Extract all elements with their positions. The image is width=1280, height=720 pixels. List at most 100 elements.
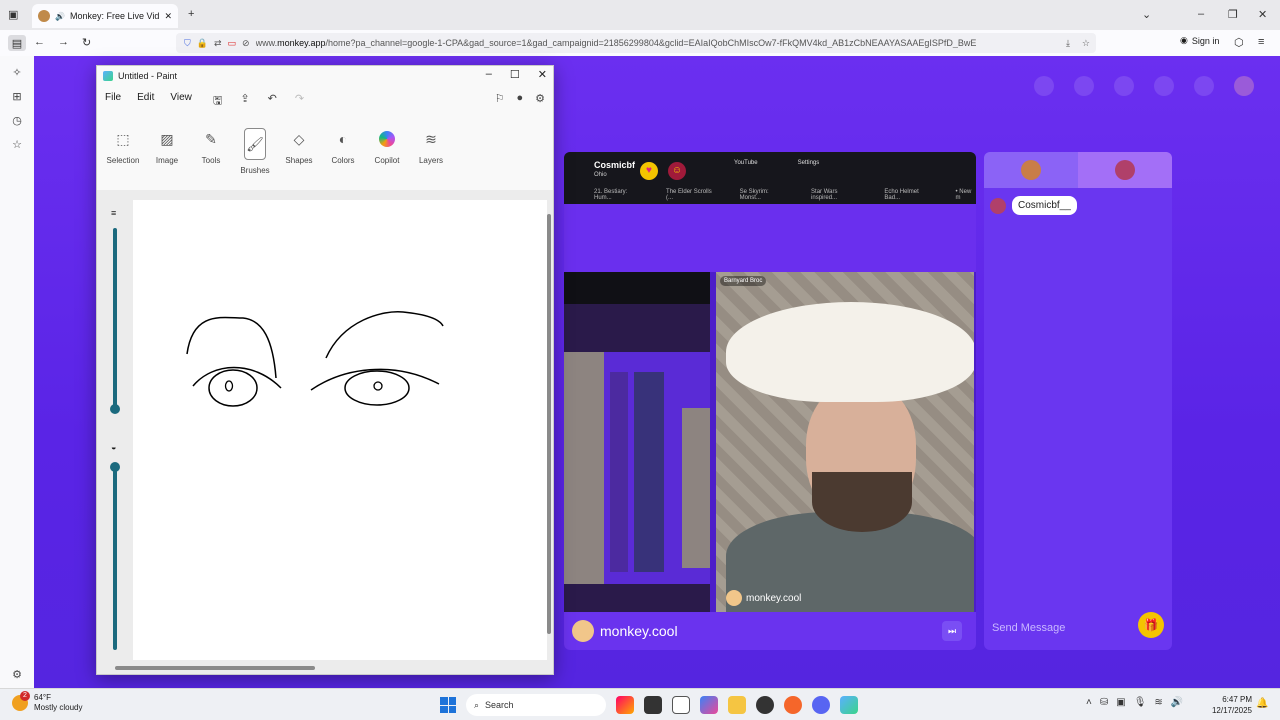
profile-avatar[interactable] (1234, 76, 1254, 96)
taskbar-clock[interactable]: 6:47 PM 12/17/2025 (1206, 694, 1252, 716)
tool-copilot[interactable]: Copilot (365, 122, 409, 186)
notepad-icon[interactable] (672, 696, 690, 714)
partner-username-badge[interactable]: Barnyard Broc (720, 276, 767, 286)
close-window-icon[interactable]: ✕ (1258, 8, 1267, 21)
permissions-icon[interactable]: ⇄ (214, 38, 222, 49)
volume-icon[interactable]: 🔊 (1171, 697, 1183, 708)
back-icon[interactable]: ← (34, 36, 45, 48)
extensions-icon[interactable]: ⬡ (1234, 36, 1244, 49)
skip-icon[interactable]: ⏭ (942, 621, 962, 641)
taskbar-search[interactable]: ⌕ Search (466, 694, 606, 716)
selection-icon: ⬚ (116, 130, 130, 147)
menu-icon[interactable]: ≡ (1258, 36, 1264, 48)
minimize-icon[interactable]: – (1198, 8, 1204, 20)
shop-icon[interactable] (1034, 76, 1054, 96)
save-icon[interactable]: 🖫 (213, 92, 222, 111)
copilot-app-icon[interactable] (700, 696, 718, 714)
feedback-icon[interactable]: ⚐ (495, 92, 505, 105)
chrome-icon[interactable] (756, 696, 774, 714)
tool-shapes[interactable]: ◇ Shapes (277, 122, 321, 186)
history-icon[interactable]: ◷ (10, 114, 24, 128)
list-tabs-icon[interactable]: ⌄ (1142, 8, 1151, 21)
camera-icon[interactable]: ▭ (228, 38, 237, 49)
sidebar-panel-icon[interactable]: ▤ (8, 35, 26, 51)
mic-blocked-icon[interactable]: ⊘ (242, 38, 250, 49)
vertical-scrollbar[interactable] (547, 214, 551, 634)
opacity-slider[interactable] (113, 470, 117, 650)
screen-capture-icon[interactable]: ▣ (1116, 697, 1125, 708)
chat-partner-tab[interactable] (1078, 152, 1172, 188)
chevron-up-icon[interactable]: ˄ (1086, 697, 1092, 708)
customize-sidebar-icon[interactable]: ⚙ (10, 668, 24, 682)
tool-brushes[interactable]: 🖌 Brushes (233, 122, 277, 186)
synced-tabs-icon[interactable]: ⊞ (10, 90, 24, 104)
reload-icon[interactable]: ↻ (82, 36, 91, 49)
speaker-icon[interactable]: 🔊 (55, 12, 65, 21)
screen-bookmark: Echo Helmet Bad... (884, 189, 919, 201)
screen-tabs: YouTube Settings (734, 160, 819, 166)
video-person-beard (812, 472, 912, 532)
close-icon[interactable]: ✕ (538, 68, 547, 81)
sign-in-button[interactable]: ◉ Sign in (1180, 35, 1219, 46)
chat-user-tab[interactable] (984, 152, 1078, 188)
menu-edit[interactable]: Edit (137, 92, 154, 103)
weather-widget[interactable]: 2 64°F Mostly cloudy (12, 691, 82, 713)
bookmarks-icon[interactable]: ☆ (10, 138, 24, 152)
paint-title-bar[interactable]: Untitled - Paint – ☐ ✕ (97, 66, 553, 86)
new-tab-icon[interactable]: + (188, 8, 194, 20)
maximize-icon[interactable]: ☐ (510, 68, 520, 81)
drawing-canvas[interactable] (133, 200, 547, 660)
bookmark-star-icon[interactable]: ☆ (1082, 38, 1090, 49)
menu-file[interactable]: File (105, 92, 121, 103)
image-icon: ▨ (160, 130, 174, 147)
horizontal-scrollbar[interactable] (115, 666, 315, 670)
network-drive-icon[interactable]: ⛁ (1100, 697, 1108, 708)
settings-icon[interactable]: ⚙ (535, 92, 545, 105)
url-bar[interactable]: ⛉ 🔒 ⇄ ▭ ⊘ www.monkey.app/home?pa_channel… (176, 33, 1096, 53)
shield-icon[interactable]: ⛉ (184, 38, 191, 49)
notification-icon[interactable]: 🔔 (1256, 698, 1268, 709)
globe-icon[interactable] (1114, 76, 1134, 96)
gift-icon[interactable]: 🎁 (1138, 612, 1164, 638)
mic-icon[interactable]: 🎙 (1134, 697, 1147, 708)
lock-icon[interactable]: 🔒 (197, 38, 208, 49)
video-area: Cosmicbf Ohio ♥ ☺ YouTube Settings 21. B… (564, 152, 976, 650)
brush-size-slider[interactable] (113, 228, 117, 408)
paint-app-icon[interactable] (840, 696, 858, 714)
ai-chat-icon[interactable]: ✧ (10, 66, 24, 80)
save-page-icon[interactable]: ⤓ (1066, 38, 1070, 49)
chat-icon[interactable] (1194, 76, 1214, 96)
undo-icon[interactable]: ↶ (268, 92, 277, 111)
menu-view[interactable]: View (170, 92, 192, 103)
history-icon[interactable] (1154, 76, 1174, 96)
redo-icon[interactable]: ↷ (295, 92, 304, 111)
shapes-icon: ◇ (293, 130, 305, 147)
notification-badge: 2 (20, 691, 30, 701)
wifi-icon[interactable]: ≋ (1154, 697, 1162, 708)
sidebar-toggle-icon[interactable]: ▣ (8, 8, 18, 21)
search-icon[interactable] (1074, 76, 1094, 96)
close-tab-icon[interactable]: ✕ (164, 11, 172, 22)
share-icon[interactable]: ⇪ (240, 92, 249, 111)
heart-icon[interactable]: ♥ (640, 162, 658, 180)
minimize-icon[interactable]: – (486, 68, 492, 81)
restore-icon[interactable]: ❐ (1228, 8, 1238, 21)
task-view-icon[interactable] (644, 696, 662, 714)
account-icon[interactable]: ● (516, 92, 523, 105)
tool-colors[interactable]: ◐ Colors (321, 122, 365, 186)
copilot-icon (376, 128, 398, 150)
brush-size-knob[interactable] (110, 404, 120, 414)
forward-icon[interactable]: → (58, 36, 69, 48)
firefox-icon[interactable] (784, 696, 802, 714)
paint-window: Untitled - Paint – ☐ ✕ File Edit View 🖫 … (96, 65, 554, 675)
file-explorer-icon[interactable] (728, 696, 746, 714)
tool-layers[interactable]: ≋ Layers (409, 122, 453, 186)
widgets-icon[interactable] (616, 696, 634, 714)
discord-icon[interactable] (812, 696, 830, 714)
browser-tab[interactable]: 🔊 Monkey: Free Live Video Ch ✕ (32, 4, 178, 28)
tool-image[interactable]: ▨ Image (145, 122, 189, 186)
tool-tools[interactable]: ✎ Tools (189, 122, 233, 186)
start-button[interactable] (440, 697, 456, 713)
screen-bookmark: • New m (955, 189, 972, 201)
tool-selection[interactable]: ⬚ Selection (101, 122, 145, 186)
